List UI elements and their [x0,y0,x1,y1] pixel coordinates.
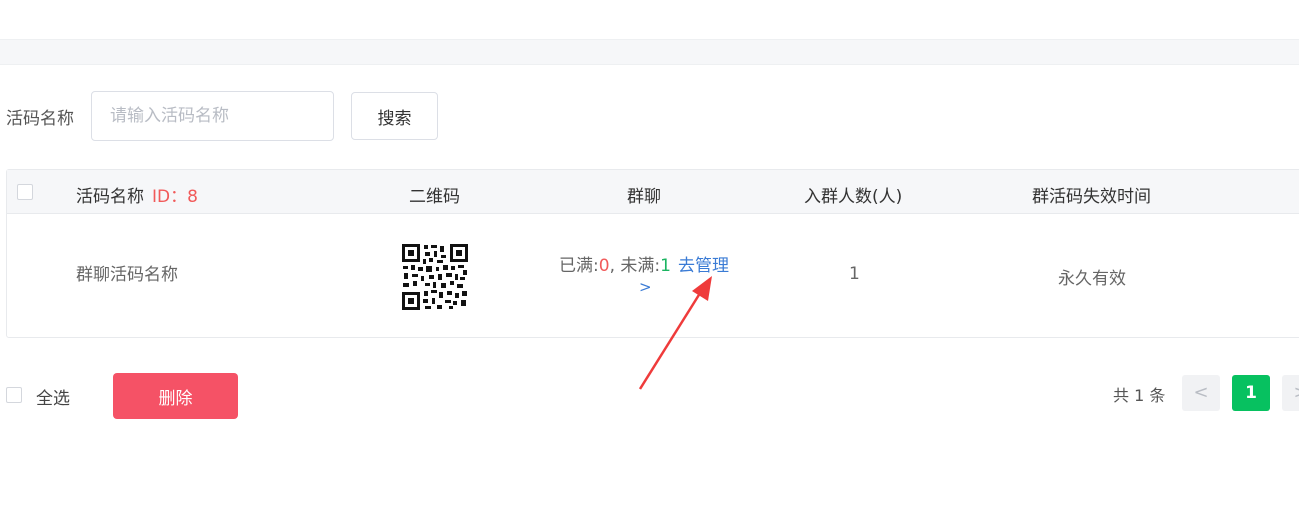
row-join-count: 1 [849,264,860,284]
group-status: 已满:0, 未满:1 [559,251,671,276]
manage-link[interactable]: 去管理 [678,251,729,276]
next-page-button[interactable]: > [1282,375,1299,411]
page-1-button[interactable]: 1 [1232,375,1270,411]
row-expire-time: 永久有效 [1058,269,1126,289]
delete-button[interactable]: 删除 [113,373,238,419]
header-name-label: 活码名称 [76,187,144,207]
header-name: 活码名称 ID：8 [76,182,198,207]
select-all-label: 全选 [36,389,70,409]
row-name: 群聊活码名称 [76,265,178,285]
not-full-count: 1 [660,256,671,276]
total-count: 共 1 条 [1113,386,1166,405]
select-all-checkbox[interactable] [6,387,22,403]
full-count: 0 [598,256,610,276]
data-table: 活码名称 ID：8 二维码 群聊 入群人数(人) 群活码失效时间 群聊活码名称 [6,169,1299,338]
table-header: 活码名称 ID：8 二维码 群聊 入群人数(人) 群活码失效时间 [7,170,1299,214]
header-qrcode: 二维码 [409,187,460,207]
header-group-chat: 群聊 [627,187,661,207]
header-join-count: 入群人数(人) [804,187,903,207]
header-id: ID：8 [152,187,198,207]
search-input[interactable] [91,91,334,141]
manage-arrow-link[interactable]: > [639,278,652,296]
full-label: 已满: [559,256,599,276]
not-full-label: 未满: [620,256,661,276]
prev-page-button[interactable]: < [1182,375,1220,411]
top-divider-band [0,39,1299,65]
search-label: 活码名称 [6,109,74,129]
status-separator: , [609,256,621,276]
header-checkbox[interactable] [17,184,33,200]
qr-code-icon [401,243,469,311]
header-expire-time: 群活码失效时间 [1032,187,1151,207]
search-button[interactable]: 搜索 [351,92,438,140]
